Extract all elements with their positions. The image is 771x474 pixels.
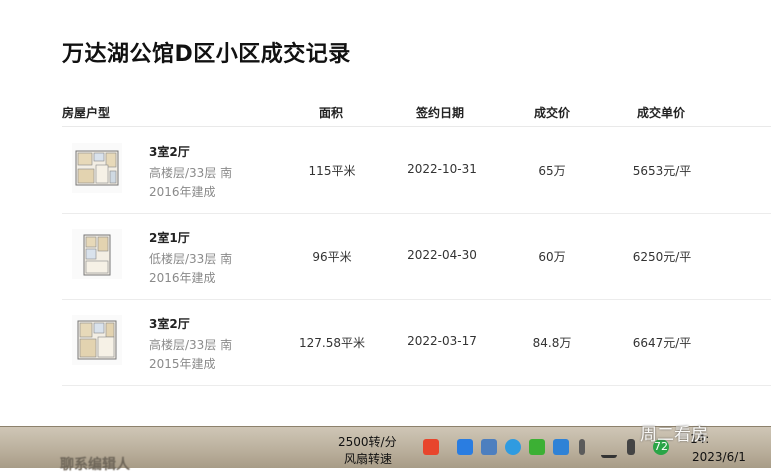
header-date: 签约日期	[416, 106, 465, 120]
cloud-icon[interactable]	[457, 439, 473, 455]
date-value: 2022-10-31	[407, 162, 477, 176]
built-year: 2016年建成	[149, 185, 216, 199]
chat-icon[interactable]	[553, 439, 569, 455]
clock-date[interactable]: 2023/6/1	[692, 450, 746, 464]
floor-info: 低楼层/33层 南	[149, 252, 233, 266]
blurred-window-text: 聊系编辑人	[60, 457, 130, 473]
layout-title[interactable]: 3室2厅	[149, 315, 190, 332]
unit-price-value: 6250元/平	[632, 250, 692, 264]
vpn-icon[interactable]	[481, 439, 497, 455]
floor-info: 高楼层/33层 南	[149, 166, 233, 180]
date-value: 2022-03-17	[407, 334, 477, 348]
unit-price-value: 5653元/平	[632, 164, 692, 178]
built-year: 2016年建成	[149, 271, 216, 285]
table-header: 房屋户型 面积 签约日期 成交价 成交单价	[62, 100, 771, 127]
table-row[interactable]: 2室1厅 低楼层/33层 南 2016年建成 96平米 2022-04-30 6…	[62, 213, 771, 300]
price-value: 84.8万	[532, 336, 572, 350]
floorplan-thumbnail[interactable]	[72, 229, 122, 279]
price-value: 65万	[538, 164, 566, 178]
unit-price-value: 6647元/平	[632, 336, 692, 350]
layout-title[interactable]: 3室2厅	[149, 143, 190, 160]
layout-title[interactable]: 2室1厅	[149, 229, 190, 246]
area-value: 115平米	[308, 164, 356, 178]
speaker-icon[interactable]	[627, 439, 635, 455]
input-method-icon[interactable]	[423, 439, 439, 455]
date-value: 2022-04-30	[407, 248, 477, 262]
floor-info: 高楼层/33层 南	[149, 338, 233, 352]
built-year: 2015年建成	[149, 357, 216, 371]
area-value: 96平米	[312, 250, 352, 264]
thermometer-icon[interactable]	[579, 439, 585, 455]
header-type: 房屋户型	[62, 106, 111, 120]
price-value: 60万	[538, 250, 566, 264]
watermark: 周二看房	[640, 425, 708, 445]
security-icon[interactable]	[505, 439, 521, 455]
fan-speed-value[interactable]: 2500转/分	[338, 433, 397, 450]
header-area: 面积	[319, 106, 344, 120]
wechat-icon[interactable]	[529, 439, 545, 455]
header-unit-price: 成交单价	[637, 106, 686, 120]
page-title: 万达湖公馆D区小区成交记录	[62, 42, 351, 67]
signal-icon[interactable]	[601, 439, 617, 458]
table-row[interactable]: 3室2厅 高楼层/33层 南 2015年建成 127.58平米 2022-03-…	[62, 299, 771, 386]
floorplan-thumbnail[interactable]	[72, 315, 122, 365]
header-price: 成交价	[534, 106, 571, 120]
area-value: 127.58平米	[299, 336, 365, 350]
table-row[interactable]: 3室2厅 高楼层/33层 南 2016年建成 115平米 2022-10-31 …	[62, 127, 771, 214]
floorplan-thumbnail[interactable]	[72, 143, 122, 193]
fan-speed-label[interactable]: 风扇转速	[344, 450, 392, 467]
